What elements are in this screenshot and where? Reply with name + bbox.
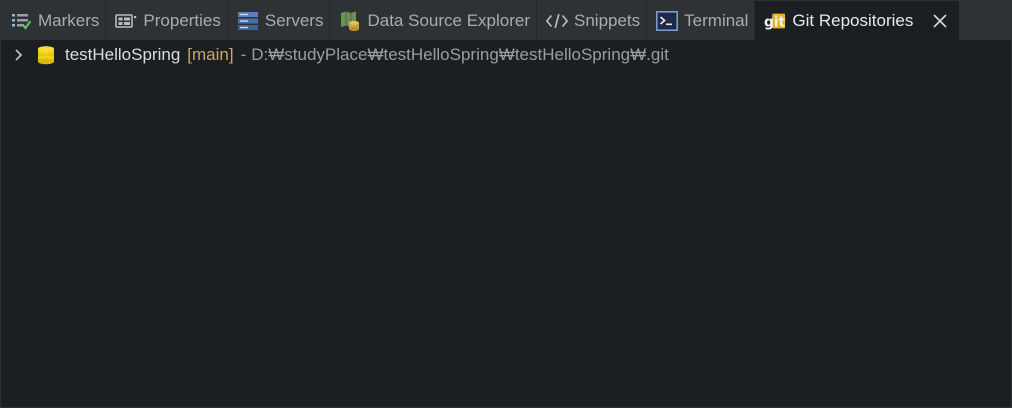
repositories-tree: testHelloSpring [main] - D:₩studyPlace₩t… [1,41,1011,407]
repository-icon [35,45,57,65]
tab-label: Servers [264,10,324,30]
close-icon[interactable] [931,12,949,30]
tab-label: Terminal [684,10,749,30]
chevron-right-icon[interactable] [11,46,27,64]
tab-properties[interactable]: Properties [106,1,228,40]
data-source-explorer-icon [339,11,361,31]
tab-label: Markers [38,10,100,30]
tab-label: Snippets [574,10,641,30]
svg-text:git: git [764,14,786,30]
git-icon: git [764,11,786,31]
tab-markers[interactable]: Markers [1,1,107,40]
repository-item[interactable]: testHelloSpring [main] - D:₩studyPlace₩t… [11,43,669,67]
tab-label: Data Source Explorer [367,10,530,30]
repository-separator: - [240,45,247,64]
git-repositories-view: Markers Properties Servers Data Source E… [0,0,1012,408]
servers-icon [237,11,259,31]
tab-label: Properties [143,10,221,30]
repository-path: D:₩studyPlace₩testHelloSpring₩testHelloS… [251,45,669,64]
view-tab-bar: Markers Properties Servers Data Source E… [1,1,1011,41]
tab-servers[interactable]: Servers [228,1,331,40]
snippets-icon [546,11,568,31]
tab-data-source-explorer[interactable]: Data Source Explorer [330,1,537,40]
terminal-icon [656,10,679,31]
repository-branch: [main] [187,45,234,64]
markers-icon [10,11,32,31]
tab-git-repositories[interactable]: git Git Repositories [755,1,960,40]
tab-label: Git Repositories [792,10,914,30]
properties-icon [115,11,137,31]
tab-terminal[interactable]: Terminal [647,1,756,40]
tab-snippets[interactable]: Snippets [537,1,648,40]
repository-name: testHelloSpring [65,45,181,64]
